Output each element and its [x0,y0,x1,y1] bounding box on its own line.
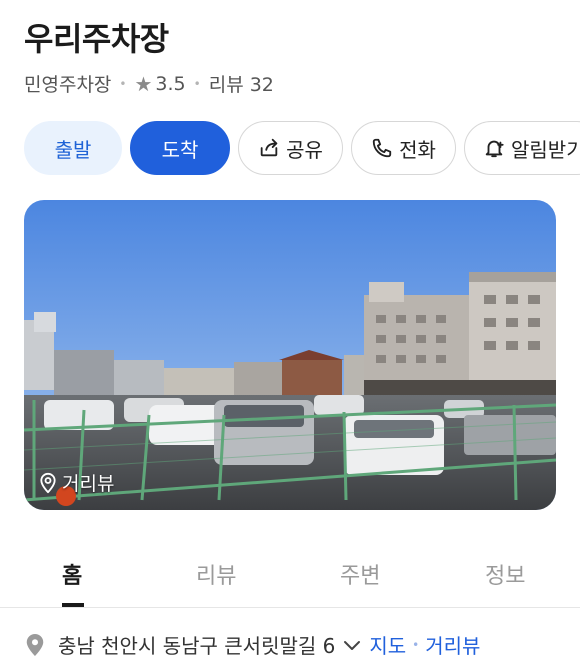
separator-dot: • [412,637,420,652]
map-pin-icon [26,633,44,656]
location-pin-icon [40,472,56,493]
rating-value: 3.5 [155,72,186,95]
place-title: 우리주차장 [24,20,169,58]
chevron-down-icon[interactable] [343,639,361,651]
streetview-label: 거리뷰 [62,473,115,495]
separator-dot: • [119,76,127,91]
review-count-link[interactable]: 리뷰 32 [209,70,274,97]
arrive-label: 도착 [161,137,199,162]
share-button[interactable]: 공유 [238,121,343,175]
depart-label: 출발 [54,137,92,162]
phone-icon [372,138,392,158]
action-bar: 출발 도착 공유 전화 알림받기 [24,121,580,175]
map-link[interactable]: 지도 [369,630,406,659]
call-button[interactable]: 전화 [351,121,456,175]
place-photo[interactable]: 거리뷰 [24,200,556,510]
parking-lot-photo [24,200,556,510]
alarm-button[interactable]: 알림받기 [464,121,580,175]
star-icon: ★ [134,71,153,96]
bell-icon [485,140,504,158]
share-label: 공유 [286,137,323,162]
tab-home[interactable]: 홈 [62,558,82,590]
place-meta: 민영주차장 • ★ 3.5 • 리뷰 32 [24,70,274,97]
streetview-badge[interactable]: 거리뷰 [38,469,114,496]
tab-info[interactable]: 정보 [485,558,525,590]
address-text: 충남 천안시 동남구 큰서릿말길 6 [58,634,336,658]
separator-dot: • [193,76,201,91]
address-row: 충남 천안시 동남구 큰서릿말길 6 지도 • 거리뷰 [24,630,480,659]
tab-reviews[interactable]: 리뷰 [196,558,236,590]
tab-nearby[interactable]: 주변 [340,558,380,590]
depart-button[interactable]: 출발 [24,121,122,175]
alarm-label: 알림받기 [511,137,580,162]
place-category: 민영주차장 [24,74,112,96]
arrive-button[interactable]: 도착 [130,121,230,175]
share-icon [260,138,278,157]
streetview-link[interactable]: 거리뷰 [425,630,480,659]
tab-bar: 홈 리뷰 주변 정보 [0,540,580,608]
active-tab-indicator [62,603,84,607]
call-label: 전화 [399,137,436,162]
